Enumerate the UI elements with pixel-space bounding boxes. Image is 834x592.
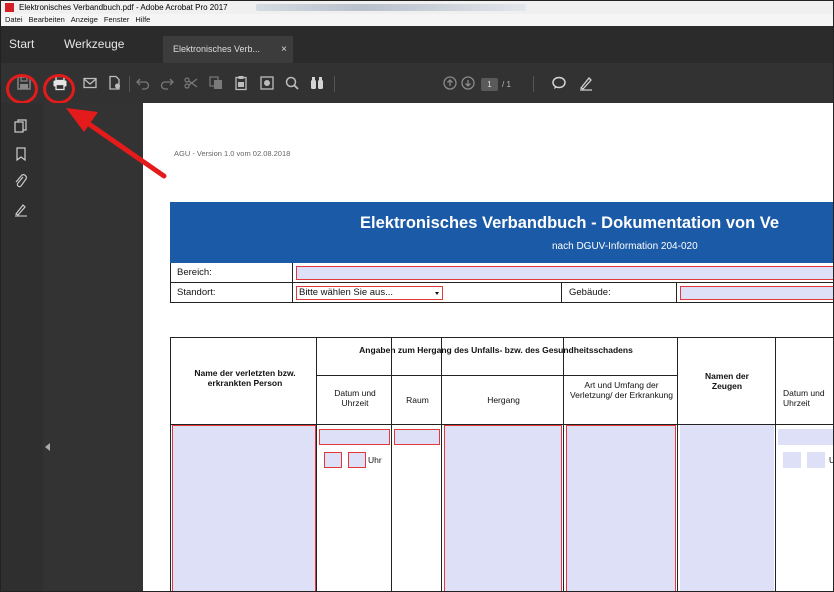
header-datum: Datum und Uhrzeit (334, 388, 376, 408)
acrobat-icon (5, 3, 14, 12)
name-field[interactable] (172, 425, 316, 591)
header-hergang: Hergang (487, 395, 520, 405)
mail-icon[interactable] (80, 73, 100, 93)
art-field[interactable] (566, 425, 676, 591)
close-icon[interactable]: × (281, 36, 287, 63)
header-datum2: Datum und Uhrzeit (783, 388, 825, 408)
document-search-icon[interactable] (105, 73, 125, 93)
uhr-label: Uhr (368, 455, 382, 465)
highlight-circle-print (43, 74, 75, 104)
header-raum: Raum (406, 395, 429, 405)
accident-table: Name der verletzten bzw. erkrankten Pers… (170, 337, 833, 591)
menu-datei[interactable]: Datei (5, 14, 23, 26)
hergang-field[interactable] (444, 425, 562, 591)
chevron-down-icon (435, 292, 439, 295)
uhr2-label: U (829, 455, 833, 465)
menu-fenster[interactable]: Fenster (104, 14, 129, 26)
bereich-label: Bereich: (177, 267, 212, 278)
header-zeugen: Namen der Zeugen (705, 371, 749, 391)
menu-bearbeiten[interactable]: Bearbeiten (29, 14, 65, 26)
cell-divider (676, 283, 677, 303)
tab-tools[interactable]: Werkzeuge (64, 26, 124, 63)
highlight-circle-save (6, 74, 38, 104)
form-subtitle: nach DGUV-Information 204-020 (552, 241, 698, 252)
cell-divider (292, 263, 293, 283)
clipboard-icon[interactable] (231, 73, 251, 93)
tab-document[interactable]: Elektronisches Verb... × (163, 36, 293, 63)
bookmark-icon[interactable] (13, 146, 29, 162)
pen-icon[interactable] (576, 73, 596, 93)
toolbar-separator (334, 76, 335, 92)
datum2-field[interactable] (778, 429, 833, 445)
menu-anzeige[interactable]: Anzeige (71, 14, 98, 26)
raum-field[interactable] (394, 429, 440, 445)
window-title: Elektronisches Verbandbuch.pdf - Adobe A… (19, 3, 228, 12)
signature-icon[interactable] (13, 202, 29, 218)
comment-icon[interactable] (549, 73, 569, 93)
copy-icon[interactable] (206, 73, 226, 93)
standort-row: Standort: Bitte wählen Sie aus... Gebäud… (170, 283, 833, 303)
header-divider (317, 375, 678, 376)
search-icon[interactable] (282, 73, 302, 93)
document-view: AGU - Version 1.0 vom 02.08.2018 Elektro… (143, 103, 833, 591)
form-title: Elektronisches Verbandbuch - Dokumentati… (360, 214, 780, 232)
attachment-icon[interactable] (13, 173, 29, 189)
hour-field[interactable] (324, 452, 342, 468)
navigation-pane (43, 103, 143, 591)
hour2-field[interactable] (783, 452, 801, 468)
arrow-up-circle-icon[interactable] (440, 73, 460, 93)
blurred-title-area (256, 4, 526, 11)
gebaeude-label: Gebäude: (569, 287, 611, 298)
form-banner: Elektronisches Verbandbuch - Dokumentati… (170, 202, 833, 263)
standort-select[interactable]: Bitte wählen Sie aus... (296, 286, 443, 300)
header-group: Angaben zum Hergang des Unfalls- bzw. de… (359, 345, 633, 355)
pages-icon[interactable] (13, 118, 29, 134)
tab-document-label: Elektronisches Verb... (173, 44, 261, 54)
cell-divider (561, 283, 562, 303)
undo-icon[interactable] (133, 73, 153, 93)
toolbar: 1 / 1 (1, 63, 833, 103)
binoculars-icon[interactable] (307, 73, 327, 93)
zeugen-field[interactable] (680, 425, 774, 591)
scissors-icon[interactable] (181, 73, 201, 93)
tab-start[interactable]: Start (9, 26, 34, 63)
page-total: / 1 (502, 80, 511, 89)
tab-bar: Start Werkzeuge Elektronisches Verb... × (1, 26, 833, 63)
left-tool-strip (1, 103, 43, 591)
redo-icon[interactable] (157, 73, 177, 93)
bereich-row: Bereich: (170, 263, 833, 283)
collapse-pane-icon[interactable] (45, 443, 50, 451)
minute-field[interactable] (348, 452, 366, 468)
toolbar-separator (533, 76, 534, 92)
toolbar-separator (129, 76, 130, 92)
datum-field[interactable] (319, 429, 390, 445)
version-text: AGU - Version 1.0 vom 02.08.2018 (174, 149, 291, 158)
menu-bar: Datei Bearbeiten Anzeige Fenster Hilfe (1, 14, 833, 26)
bereich-field[interactable] (296, 266, 833, 280)
header-name: Name der verletzten bzw. erkrankten Pers… (194, 368, 296, 388)
cell-divider (292, 283, 293, 303)
menu-hilfe[interactable]: Hilfe (135, 14, 150, 26)
standort-label: Standort: (177, 287, 216, 298)
gebaeude-field[interactable] (680, 286, 833, 300)
header-art: Art und Umfang der Verletzung/ der Erkra… (569, 380, 673, 400)
arrow-down-circle-icon[interactable] (458, 73, 478, 93)
page-number-input[interactable]: 1 (481, 78, 498, 91)
camera-icon[interactable] (257, 73, 277, 93)
standort-select-value: Bitte wählen Sie aus... (299, 287, 393, 298)
minute2-field[interactable] (807, 452, 825, 468)
title-bar: Elektronisches Verbandbuch.pdf - Adobe A… (1, 1, 833, 14)
